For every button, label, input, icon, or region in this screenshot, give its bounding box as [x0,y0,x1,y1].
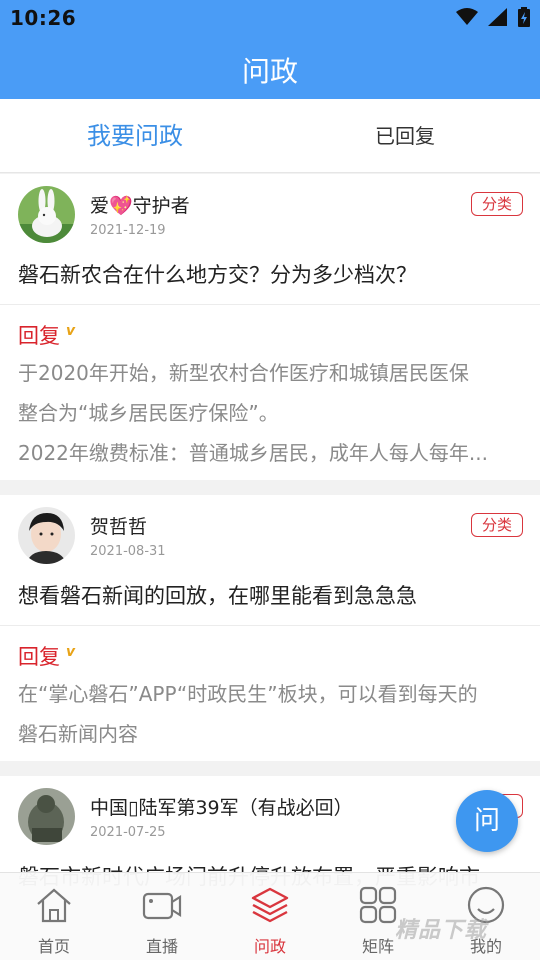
tab-bar: 我要问政 已回复 [0,99,540,173]
post-card[interactable]: 贺哲哲 2021-08-31 分类 想看磐石新闻的回放，在哪里能看到急急急 回复… [0,495,540,761]
verified-v-icon: v [66,323,76,339]
page-title: 问政 [241,55,298,88]
nav-item-home[interactable]: 首页 [0,873,108,960]
nav-item-live[interactable]: 直播 [108,873,216,960]
reply-line: 在“掌心磐石”APP“时政民生”板块，可以看到每天的 [18,682,478,706]
status-bar: 10:26 [0,0,540,36]
nav-label: 首页 [37,937,70,956]
user-name: 中国▯陆军第39军（有战必回） [90,797,353,819]
grid-icon [359,886,397,924]
reply-line: 磐石新闻内容 [18,722,138,746]
status-icons [456,7,530,27]
reply-header: 回复 v [18,641,75,671]
wifi-icon [456,8,478,25]
reply-label: 回复 [18,324,60,348]
layers-icon [251,887,289,923]
reply-line: 于2020年开始，新型农村合作医疗和城镇居民医保 [18,361,469,385]
home-icon [37,888,71,923]
status-time: 10:26 [10,6,77,30]
tab-replied[interactable]: 已回复 [270,99,540,173]
user-name: 贺哲哲 [90,516,148,538]
nav-label: 直播 [145,937,178,956]
nav-item-wenzheng[interactable]: 问政 [216,873,324,960]
post-card[interactable]: 爱💖守护者 2021-12-19 分类 磐石新农合在什么地方交？分为多少档次？ … [0,174,540,480]
post-date: 2021-07-25 [90,825,166,840]
category-tag[interactable]: 分类 [471,192,523,216]
reply-label: 回复 [18,645,60,669]
verified-v-icon: v [66,644,76,660]
divider [0,625,540,626]
user-name: 爱💖守护者 [90,195,190,217]
avatar [18,507,75,564]
category-tag[interactable]: 分类 [471,513,523,537]
post-date: 2021-08-31 [90,544,166,559]
app-header: 10:26 问政 [0,0,540,99]
reply-line: 2022年缴费标准：普通城乡居民，成年人每人每年... [18,441,488,465]
question-text[interactable]: 磐石新农合在什么地方交？分为多少档次？ [18,259,528,289]
nav-label: 问政 [253,937,286,956]
tab-ask[interactable]: 我要问政 [0,99,270,173]
reply-header: 回复 v [18,320,75,350]
ask-fab-button[interactable]: 问 [456,790,518,852]
post-date: 2021-12-19 [90,223,166,238]
question-text[interactable]: 想看磐石新闻的回放，在哪里能看到急急急 [18,580,528,610]
reply-line: 整合为“城乡居民医疗保险”。 [18,401,279,425]
reply-text[interactable]: 于2020年开始，新型农村合作医疗和城镇居民医保 整合为“城乡居民医疗保险”。 … [18,353,522,473]
signal-icon [488,8,507,26]
video-camera-icon [142,892,182,920]
reply-text[interactable]: 在“掌心磐石”APP“时政民生”板块，可以看到每天的 磐石新闻内容 [18,674,522,754]
watermark: 精品下载 [395,918,488,943]
divider [0,304,540,305]
avatar [18,788,75,845]
avatar [18,186,75,243]
battery-icon [518,7,530,27]
